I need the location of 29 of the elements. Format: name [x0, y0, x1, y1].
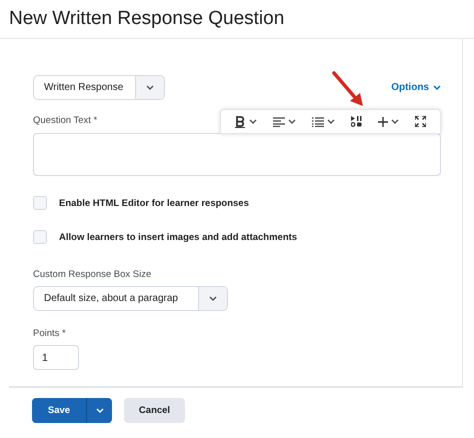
chevron-down-icon — [288, 118, 296, 124]
chevron-down-icon — [249, 118, 257, 124]
checkbox[interactable] — [33, 196, 47, 210]
checkbox-label: Enable HTML Editor for learner responses — [59, 198, 249, 208]
chevron-down-icon — [391, 118, 399, 124]
bold-icon — [235, 116, 246, 128]
media-icon — [351, 116, 362, 127]
options-link[interactable]: Options — [391, 82, 441, 93]
chevron-down-icon — [433, 84, 441, 90]
chevron-down-icon — [327, 118, 335, 124]
checkbox-label: Allow learners to insert images and add attachments — [59, 232, 298, 242]
page-title: New Written Response Question — [9, 8, 284, 30]
field-label: Points * — [33, 328, 67, 339]
list-icon — [312, 116, 324, 126]
fullscreen-icon — [415, 116, 426, 127]
chevron-down-icon — [209, 296, 217, 302]
align-left-icon — [273, 116, 285, 126]
chevron-down-icon — [146, 84, 154, 90]
plus-icon — [378, 116, 388, 126]
cancel-button[interactable]: Cancel — [124, 398, 185, 423]
field-label: Custom Response Box Size — [33, 269, 152, 280]
response-size-dropdown[interactable]: Default size, about a paragrap — [33, 286, 228, 311]
checkbox[interactable] — [33, 230, 47, 244]
chevron-down-icon — [96, 408, 104, 414]
field-label: Question Text * — [33, 115, 98, 128]
question-type-dropdown[interactable]: Written Response — [33, 75, 165, 100]
save-button[interactable]: Save — [32, 398, 112, 423]
points-input[interactable]: 1 — [33, 345, 79, 370]
pointer-arrow — [330, 70, 366, 108]
